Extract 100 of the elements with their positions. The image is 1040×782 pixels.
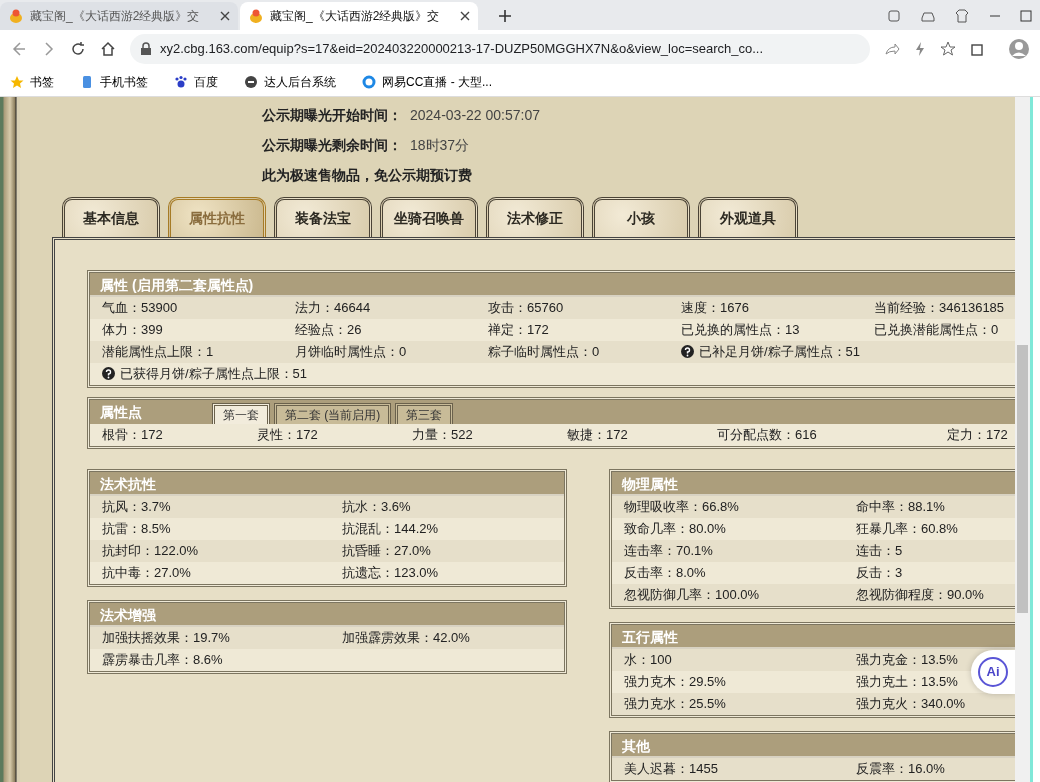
point-cell-text: 敏捷：172 <box>567 426 628 444</box>
point-set-tab[interactable]: 第二套 (当前启用) <box>274 403 392 424</box>
circle-icon <box>244 75 258 89</box>
stat-cell-text: 抗中毒：27.0% <box>102 564 191 582</box>
point-cell-text: 定力：172 <box>947 426 1008 444</box>
stat-cell-text: 强力克木：29.5% <box>624 673 726 691</box>
address-bar[interactable]: xy2.cbg.163.com/equip?s=17&eid=202403220000213-17-DUZP50MGGHX7N&o&view_loc=search_co... <box>130 34 870 64</box>
stat-cell-text: 强力克火：340.0% <box>856 695 966 713</box>
attribute-cell-text: 已兑换潜能属性点：0 <box>874 321 999 339</box>
stat-cell-text: 强力克水：25.5% <box>624 695 726 713</box>
scrollbar[interactable] <box>1015 97 1030 782</box>
star-outline-icon[interactable] <box>940 41 956 57</box>
reload-icon[interactable] <box>70 41 86 57</box>
section-tab[interactable]: 属性抗性 <box>168 197 266 237</box>
notice-label: 公示期曝光剩余时间： <box>262 137 402 153</box>
browser-tab[interactable]: 藏宝阁_《大话西游2经典版》交 <box>0 2 238 30</box>
attribute-cell-text: 潜能属性点上限：1 <box>102 343 214 361</box>
section-tab[interactable]: 装备法宝 <box>274 197 372 237</box>
attribute-cell: 已补足月饼/粽子属性点：51 <box>681 341 861 363</box>
attribute-cell-text: 攻击：65760 <box>488 299 564 317</box>
lightning-icon[interactable] <box>914 41 926 57</box>
notice-label: 公示期曝光开始时间： <box>262 107 402 123</box>
section-tab[interactable]: 基本信息 <box>62 197 160 237</box>
stat-cell-text: 连击：5 <box>856 542 903 560</box>
point-set-tab[interactable]: 第一套 <box>212 403 270 424</box>
lock-icon <box>140 42 152 56</box>
assistant-button[interactable]: Ai <box>971 650 1015 694</box>
close-icon[interactable] <box>460 11 470 21</box>
bookmark[interactable]: 网易CC直播 - 大型... <box>362 73 492 91</box>
stat-cell-text: 抗遗忘：123.0% <box>342 564 439 582</box>
stat-cell-text: 反击：3 <box>856 564 903 582</box>
phone-icon <box>80 75 94 89</box>
bookmark[interactable]: 手机书签 <box>80 73 148 91</box>
stat-cell-text: 加强霹雳效果：42.0% <box>342 629 470 647</box>
point-set-tab[interactable]: 第三套 <box>395 403 454 424</box>
help-icon <box>102 367 115 380</box>
attribute-cell-text: 经验点：26 <box>295 321 362 339</box>
section-header: 法术抗性 <box>90 472 564 496</box>
help-icon <box>681 345 694 358</box>
section-header: 属性 (启用第二套属性点) <box>90 273 1015 297</box>
stat-cell-text: 水：100 <box>624 651 672 669</box>
attribute-cell-text: 已兑换的属性点：13 <box>681 321 800 339</box>
section-header: 五行属性 <box>612 625 1015 649</box>
section-header: 物理属性 <box>612 472 1015 496</box>
stat-cell-text: 反击率：8.0% <box>624 564 706 582</box>
paw-icon <box>174 75 188 89</box>
notice-value: 18时37分 <box>410 137 470 153</box>
section-header: 属性点 <box>100 403 143 422</box>
stat-cell-text: 忽视防御几率：100.0% <box>624 586 760 604</box>
home-icon[interactable] <box>100 41 116 57</box>
close-icon[interactable] <box>220 11 230 21</box>
section-tab[interactable]: 法术修正 <box>486 197 584 237</box>
attribute-cell-text: 月饼临时属性点：0 <box>295 343 407 361</box>
stat-cell-text: 强力克土：13.5% <box>856 673 958 691</box>
stat-cell-text: 抗混乱：144.2% <box>342 520 439 538</box>
stat-cell-text: 抗封印：122.0% <box>102 542 199 560</box>
browser-tab[interactable]: 藏宝阁_《大话西游2经典版》交 <box>240 2 478 30</box>
stat-cell-text: 忽视防御程度：90.0% <box>856 586 984 604</box>
stat-cell-text: 狂暴几率：60.8% <box>856 520 958 538</box>
stat-cell-text: 抗昏睡：27.0% <box>342 542 431 560</box>
stat-cell-text: 美人迟暮：1455 <box>624 760 718 778</box>
section-tab[interactable]: 坐骑召唤兽 <box>380 197 478 237</box>
share-icon[interactable] <box>884 41 900 57</box>
new-tab-icon[interactable] <box>498 9 512 23</box>
stat-cell-text: 强力克金：13.5% <box>856 651 958 669</box>
section-tab[interactable]: 外观道具 <box>698 197 798 237</box>
stat-cell-text: 反震率：16.0% <box>856 760 945 778</box>
stat-cell-text: 物理吸收率：66.8% <box>624 498 739 516</box>
attribute-cell-text: 禅定：172 <box>488 321 549 339</box>
stat-cell-text: 命中率：88.1% <box>856 498 945 516</box>
chick-icon <box>8 8 24 24</box>
bookmark[interactable]: 书签 <box>10 73 54 91</box>
point-cell-text: 可分配点数：616 <box>717 426 817 444</box>
star-icon <box>10 75 24 89</box>
section-tab[interactable]: 小孩 <box>592 197 690 237</box>
point-cell-text: 根骨：172 <box>102 426 163 444</box>
point-cell-text: 灵性：172 <box>257 426 318 444</box>
attribute-cell-text: 法力：46644 <box>295 299 371 317</box>
stat-cell-text: 抗风：3.7% <box>102 498 171 516</box>
stat-cell-text: 连击率：70.1% <box>624 542 713 560</box>
attribute-cell-text: 速度：1676 <box>681 299 749 317</box>
stat-cell-text: 抗水：3.6% <box>342 498 411 516</box>
bookmark[interactable]: 达人后台系统 <box>244 73 336 91</box>
stat-cell-text: 加强扶摇效果：19.7% <box>102 629 230 647</box>
shirt-icon[interactable] <box>955 9 969 23</box>
avatar-icon[interactable] <box>1008 38 1030 60</box>
back-icon[interactable] <box>10 41 26 57</box>
section-header: 其他 <box>612 734 1015 758</box>
attribute-cell-text: 粽子临时属性点：0 <box>488 343 600 361</box>
section-header: 法术增强 <box>90 603 564 627</box>
chick-icon <box>248 8 264 24</box>
tab-list-icon[interactable] <box>888 10 900 22</box>
attribute-cell-text: 体力：399 <box>102 321 163 339</box>
maximize-icon[interactable] <box>1020 10 1032 22</box>
bookmark[interactable]: 百度 <box>174 73 218 91</box>
notice-value: 2024-03-22 00:57:07 <box>410 107 540 123</box>
attribute-cell-text: 气血：53900 <box>102 299 178 317</box>
stat-cell-text: 抗雷：8.5% <box>102 520 171 538</box>
point-cell-text: 力量：522 <box>412 426 473 444</box>
notice-label: 此为极速售物品，免公示期预订费 <box>262 167 472 183</box>
